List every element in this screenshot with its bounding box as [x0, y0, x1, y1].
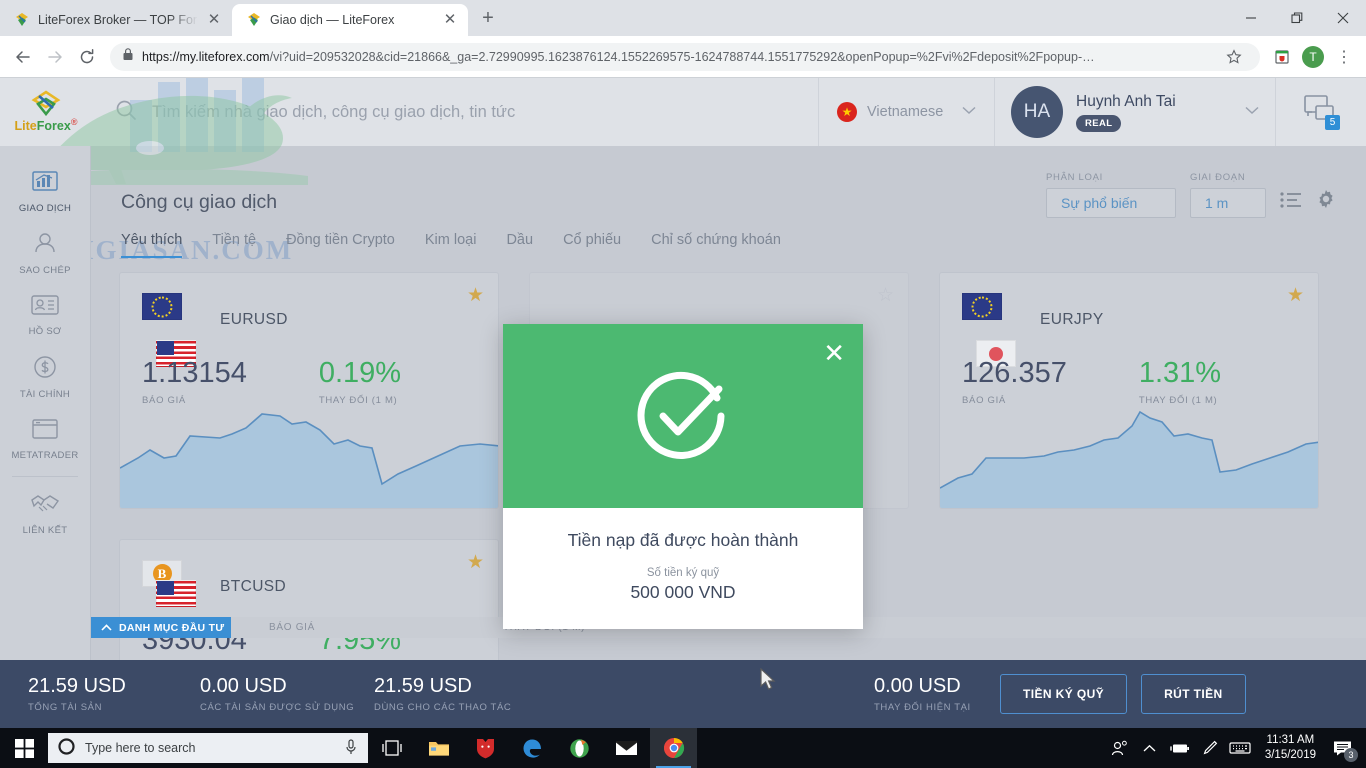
antivirus-shield-icon[interactable] [462, 728, 509, 768]
modal-title: Tiền nạp đã được hoàn thành [567, 530, 799, 550]
maximize-icon[interactable] [1274, 0, 1320, 36]
reload-icon[interactable] [72, 42, 102, 72]
notification-count-badge: 3 [1344, 748, 1358, 762]
liteforex-icon [14, 12, 30, 28]
windows-icon[interactable] [0, 728, 48, 768]
keyboard-icon[interactable] [1225, 728, 1255, 768]
url-domain: https://my.liteforex.com [142, 49, 270, 64]
clock-date: 3/15/2019 [1264, 749, 1316, 761]
browser-tab-2-close-icon[interactable]: ✕ [442, 12, 458, 28]
modal-overlay: ✕ Tiền nạp đã được hoàn thành Số tiền ký… [0, 78, 1366, 728]
address-bar[interactable]: https://my.liteforex.com/vi?uid=20953202… [110, 42, 1260, 71]
show-hidden-icons-icon[interactable] [1135, 728, 1165, 768]
new-tab-button[interactable]: + [474, 5, 502, 33]
forward-icon[interactable] [40, 42, 70, 72]
browser-tab-bar: LiteForex Broker — TOP Forex Br ✕ Giao d… [0, 0, 1366, 36]
close-icon[interactable]: ✕ [823, 340, 845, 366]
microphone-icon[interactable] [344, 738, 358, 758]
taskbar-search[interactable]: Type here to search [48, 733, 368, 763]
deposit-success-modal: ✕ Tiền nạp đã được hoàn thành Số tiền ký… [503, 324, 863, 629]
file-explorer-icon[interactable] [415, 728, 462, 768]
check-circle-icon [637, 371, 725, 459]
web-page: LiteForex® ★ Vietnamese HA Huynh A [0, 78, 1366, 728]
battery-icon[interactable] [1165, 728, 1195, 768]
window-controls [1228, 0, 1366, 36]
address-bar-url: https://my.liteforex.com/vi?uid=20953202… [142, 50, 1212, 64]
modal-body: Tiền nạp đã được hoàn thành Số tiền ký q… [503, 508, 863, 603]
browser-tab-1[interactable]: LiteForex Broker — TOP Forex Br ✕ [0, 4, 232, 36]
mail-icon[interactable] [603, 728, 650, 768]
browser-toolbar: https://my.liteforex.com/vi?uid=20953202… [0, 36, 1366, 78]
browser-tab-1-title: LiteForex Broker — TOP Forex Br [38, 13, 198, 27]
pen-icon[interactable] [1195, 728, 1225, 768]
screen: LiteForex Broker — TOP Forex Br ✕ Giao d… [0, 0, 1366, 768]
edge-icon[interactable] [509, 728, 556, 768]
windows-taskbar: Type here to search 11:31 AM 3/15/2019 3 [0, 728, 1366, 768]
minimize-icon[interactable] [1228, 0, 1274, 36]
cortana-icon [58, 738, 75, 758]
opera-icon[interactable] [556, 728, 603, 768]
people-icon[interactable] [1105, 728, 1135, 768]
browser-tab-2[interactable]: Giao dịch — LiteForex ✕ [232, 4, 468, 36]
extension-icon[interactable] [1268, 43, 1296, 71]
notifications-icon[interactable]: 3 [1326, 728, 1360, 768]
browser-tab-1-close-icon[interactable]: ✕ [206, 12, 222, 28]
taskbar-search-placeholder: Type here to search [85, 741, 196, 755]
url-path: /vi?uid=209532028&cid=21866&_ga=2.729909… [269, 49, 1095, 64]
system-tray: 11:31 AM 3/15/2019 3 [1105, 728, 1366, 768]
back-icon[interactable] [8, 42, 38, 72]
liteforex-icon [246, 12, 262, 28]
chrome-icon[interactable] [650, 728, 697, 768]
clock-time: 11:31 AM [1266, 734, 1315, 746]
modal-amount-label: Số tiền ký quỹ [646, 567, 720, 579]
browser-profile-avatar[interactable]: T [1302, 45, 1324, 68]
browser-tab-2-title: Giao dịch — LiteForex [270, 13, 395, 27]
modal-header: ✕ [503, 324, 863, 508]
task-view-icon[interactable] [368, 728, 415, 768]
chrome-menu-icon[interactable]: ⋮ [1330, 43, 1358, 71]
mouse-cursor-icon [760, 668, 776, 690]
bookmark-star-icon[interactable] [1220, 43, 1248, 71]
modal-amount-value: 500 000 VND [630, 582, 736, 602]
close-icon[interactable] [1320, 0, 1366, 36]
taskbar-clock[interactable]: 11:31 AM 3/15/2019 [1255, 733, 1326, 763]
lock-icon [122, 47, 134, 66]
